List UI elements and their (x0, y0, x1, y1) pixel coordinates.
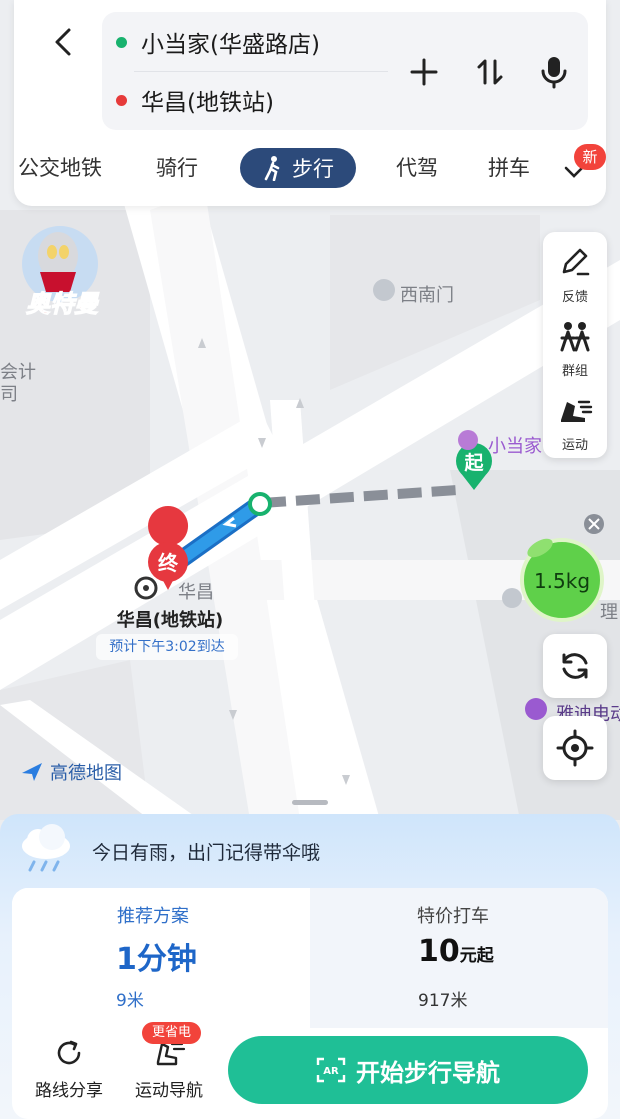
plan-recommended-card[interactable]: 推荐方案 1分钟 9米 (12, 888, 310, 1028)
power-saving-badge: 更省电 (142, 1022, 202, 1044)
swap-icon (477, 59, 503, 85)
amap-logo-icon (22, 763, 42, 781)
transport-tabs: 公交地铁 骑行 步行 代驾 拼车 (14, 146, 606, 190)
address-box: 小当家(华盛路店) 华昌(地铁站) (102, 12, 588, 130)
bottom-sheet: 今日有雨，出门记得带伞哦 推荐方案 1分钟 9米 特价打车 10元起 917米 … (0, 814, 620, 1119)
sport-label: 运动 (561, 438, 588, 453)
group-people-icon (560, 322, 590, 352)
tab-driver[interactable]: 代驾 (396, 146, 438, 190)
destination-row[interactable]: 华昌(地铁站) (116, 80, 274, 120)
back-arrow-icon (55, 28, 71, 56)
poi-metro-icon (502, 588, 522, 608)
address-divider (134, 71, 388, 72)
feedback-button[interactable]: 反馈 (543, 238, 607, 312)
swap-button[interactable] (468, 50, 512, 94)
back-button[interactable] (44, 22, 84, 62)
plan-taxi-price-suffix: 元起 (459, 946, 494, 966)
plan-recommended-title: 推荐方案 (117, 906, 189, 927)
plan-taxi-price: 10 (418, 934, 460, 969)
tab-carpool[interactable]: 拼车 (488, 146, 530, 190)
destination-text: 华昌(地铁站) (141, 90, 274, 116)
plan-taxi-price-row: 10元起 (418, 934, 494, 969)
sticker-text: 奥特曼 (26, 290, 100, 318)
poi-restaurant-icon (458, 430, 478, 450)
plan-recommended-duration: 1分钟 (116, 942, 197, 977)
plan-recommended-distance: 9米 (116, 991, 144, 1011)
rain-cloud-icon (22, 824, 70, 872)
start-walk-navigation-label: 开始步行导航 (356, 1058, 500, 1087)
map-edge-text: 理 (600, 602, 618, 623)
group-button[interactable]: 群组 (543, 312, 607, 386)
microphone-icon (541, 57, 567, 89)
route-header-card: 小当家(华盛路店) 华昌(地铁站) 公交地铁 骑行 步行 代驾 拼车 新 (14, 0, 606, 206)
poi-gate-icon (373, 279, 395, 301)
sport-button[interactable]: 运动 (543, 386, 607, 460)
locate-crosshair-icon (556, 729, 594, 767)
route-share-button[interactable]: 路线分享 (24, 1038, 114, 1101)
origin-text: 小当家(华盛路店) (141, 32, 320, 58)
refresh-icon (562, 653, 588, 679)
tab-transit[interactable]: 公交地铁 (18, 146, 102, 190)
plan-cards: 推荐方案 1分钟 9米 特价打车 10元起 917米 路线分享 运动导航 更省电… (12, 888, 608, 1119)
tab-bike[interactable]: 骑行 (156, 146, 198, 190)
tab-walk-label: 步行 (292, 157, 334, 181)
start-walk-navigation-button[interactable]: AR 开始步行导航 (228, 1036, 588, 1104)
walking-person-icon (264, 156, 280, 181)
origin-dot-icon (116, 36, 127, 48)
plan-taxi-title: 特价打车 (417, 906, 489, 927)
drag-handle[interactable] (292, 800, 328, 805)
voice-button[interactable] (532, 50, 576, 94)
map-edge-text: 司 (0, 384, 18, 405)
tab-walk[interactable]: 步行 (240, 148, 356, 188)
ar-scan-icon: AR (316, 1057, 346, 1083)
destination-dot-icon (116, 94, 127, 106)
start-marker-label: 起 (463, 452, 484, 474)
poi-label-southwest-gate[interactable]: 西南门 (400, 281, 454, 307)
add-waypoint-button[interactable] (402, 50, 446, 94)
origin-row[interactable]: 小当家(华盛路店) (116, 22, 320, 62)
carbon-value: 1.5kg (534, 569, 590, 593)
route-share-label: 路线分享 (35, 1081, 103, 1101)
map-side-panel: 反馈 群组 运动 (543, 232, 607, 458)
refresh-route-button[interactable] (543, 634, 607, 698)
amap-logo-text: 高德地图 (50, 763, 122, 784)
locate-button[interactable] (543, 716, 607, 780)
end-marker-label: 终 (158, 551, 179, 575)
svg-text:AR: AR (323, 1066, 339, 1077)
amap-logo: 高德地图 (20, 758, 122, 786)
plan-taxi-card[interactable]: 特价打车 10元起 917米 (310, 888, 608, 1028)
pencil-icon (562, 248, 590, 276)
route-start-dot (248, 492, 272, 516)
plus-icon (410, 58, 438, 86)
running-shoe-icon (561, 400, 593, 422)
poi-label-huachang[interactable]: 华昌 (178, 578, 214, 604)
sport-nav-button[interactable]: 运动导航 (124, 1038, 214, 1101)
weather-tip: 今日有雨，出门记得带伞哦 (92, 842, 321, 864)
group-label: 群组 (561, 364, 588, 379)
feedback-label: 反馈 (561, 290, 588, 305)
eta-label: 预计下午3:02到达 (96, 634, 238, 660)
new-badge: 新 (574, 144, 606, 170)
destination-name[interactable]: 华昌(地铁站) (100, 606, 240, 632)
poi-label-xiaodangjia[interactable]: 小当家 (488, 432, 542, 458)
share-icon (57, 1040, 81, 1065)
plan-taxi-distance: 917米 (418, 991, 468, 1011)
poi-yadi-icon (525, 698, 547, 720)
sport-nav-label: 运动导航 (135, 1081, 203, 1101)
